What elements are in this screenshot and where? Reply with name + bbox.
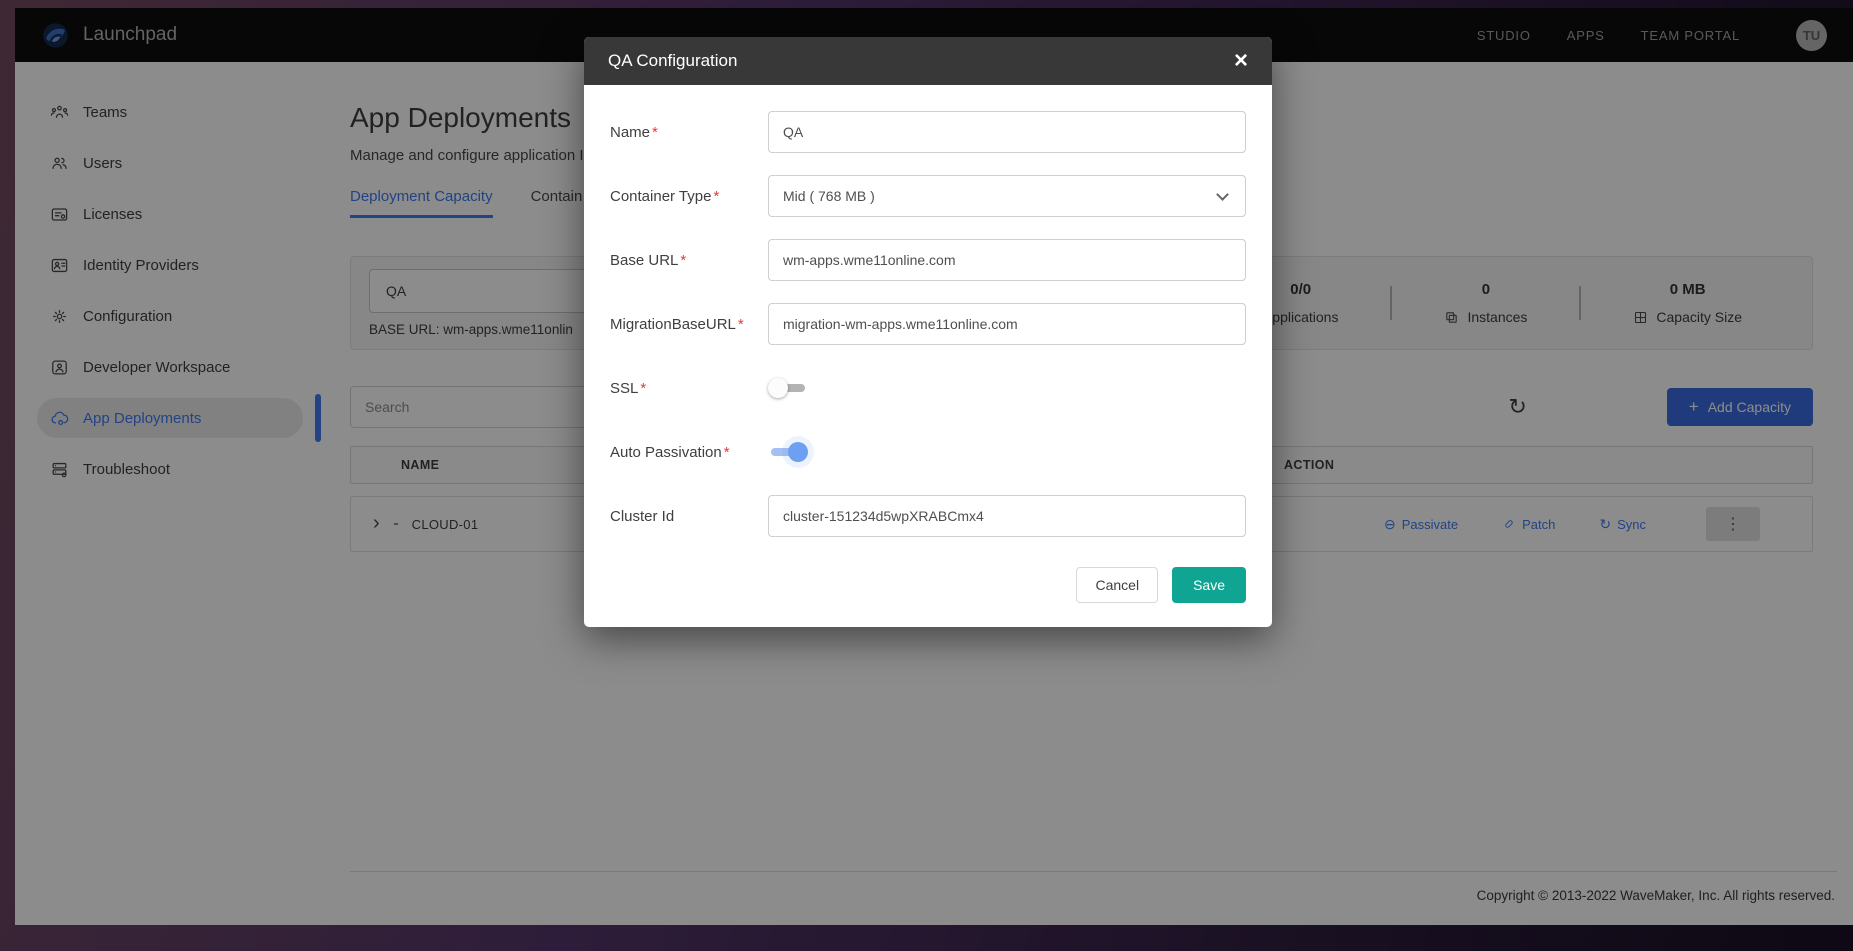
- field-row-container-type: Container Type* Mid ( 768 MB ): [610, 175, 1246, 217]
- field-row-auto-passivation: Auto Passivation*: [610, 431, 1246, 473]
- ssl-toggle[interactable]: [768, 377, 808, 399]
- field-label: SSL*: [610, 380, 768, 397]
- modal-actions: Cancel Save: [610, 567, 1246, 603]
- required-marker: *: [652, 124, 658, 141]
- migrationbaseurl-input[interactable]: [768, 303, 1246, 345]
- required-marker: *: [680, 252, 686, 269]
- container-type-select[interactable]: Mid ( 768 MB ): [768, 175, 1246, 217]
- close-icon[interactable]: ×: [1234, 49, 1248, 73]
- field-label: MigrationBaseURL*: [610, 316, 768, 333]
- field-row-ssl: SSL*: [610, 367, 1246, 409]
- auto-passivation-toggle[interactable]: [768, 441, 808, 463]
- field-label: Cluster Id: [610, 508, 768, 525]
- required-marker: *: [738, 316, 744, 333]
- field-row-cluster-id: Cluster Id: [610, 495, 1246, 537]
- modal-header: QA Configuration ×: [584, 37, 1272, 85]
- field-row-base-url: Base URL*: [610, 239, 1246, 281]
- modal-title: QA Configuration: [608, 51, 737, 71]
- field-row-migrationbaseurl: MigrationBaseURL*: [610, 303, 1246, 345]
- name-input[interactable]: [768, 111, 1246, 153]
- field-label: Container Type*: [610, 188, 768, 205]
- required-marker: *: [640, 380, 646, 397]
- field-label: Base URL*: [610, 252, 768, 269]
- modal-body: Name* Container Type* Mid ( 768 MB ) Bas…: [584, 85, 1272, 627]
- cluster-id-input[interactable]: [768, 495, 1246, 537]
- page-background: Launchpad STUDIOAPPSTEAM PORTALTU Teams …: [0, 0, 1853, 951]
- save-button[interactable]: Save: [1172, 567, 1246, 603]
- field-label: Name*: [610, 124, 768, 141]
- field-label: Auto Passivation*: [610, 444, 768, 461]
- field-row-name: Name*: [610, 111, 1246, 153]
- cancel-button[interactable]: Cancel: [1076, 567, 1158, 603]
- required-marker: *: [724, 444, 730, 461]
- chevron-down-icon: [1216, 188, 1229, 201]
- required-marker: *: [713, 188, 719, 205]
- base-url-input[interactable]: [768, 239, 1246, 281]
- qa-configuration-modal: QA Configuration × Name* Container Type*…: [584, 37, 1272, 627]
